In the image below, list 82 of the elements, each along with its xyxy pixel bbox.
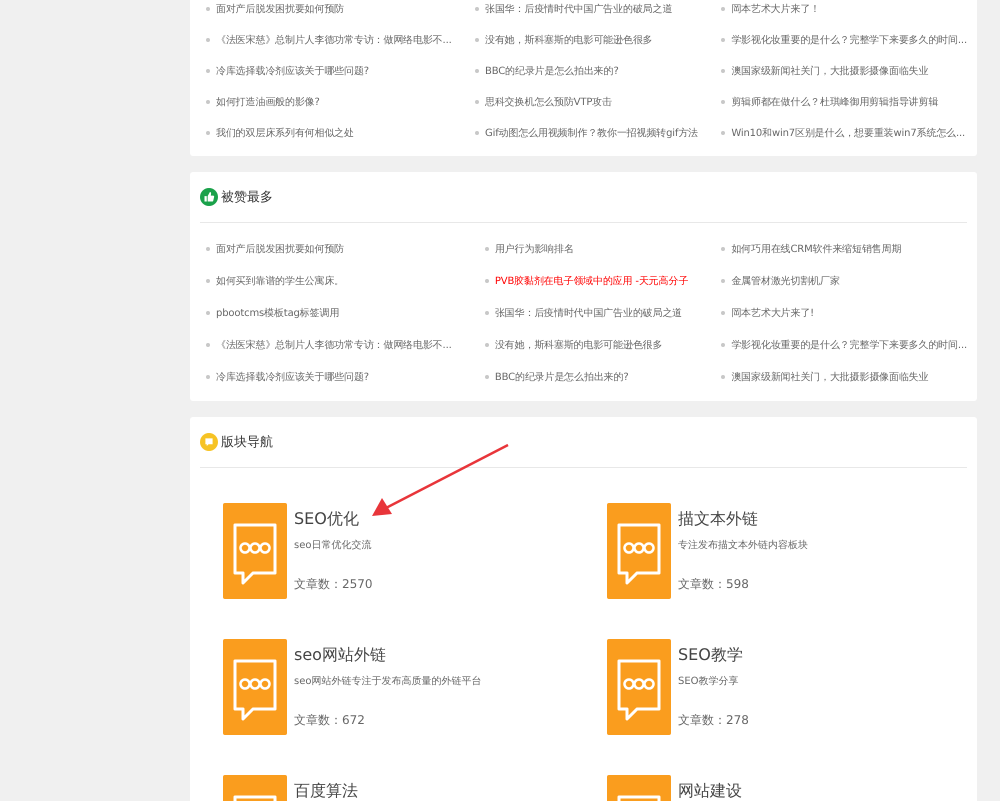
article-link[interactable]: pbootcms模板tag标签调用 — [216, 306, 340, 320]
article-link[interactable]: 《法医宋慈》总制片人李德功常专访：做网络电影不... — [216, 338, 452, 352]
board-title[interactable]: 百度算法 — [294, 781, 358, 801]
bullet-icon — [484, 279, 489, 283]
board-title[interactable]: 描文本外链 — [678, 509, 758, 530]
bullet-icon — [721, 68, 726, 72]
bullet-icon — [721, 6, 726, 10]
article-link[interactable]: 张国华：后疫情时代中国广告业的破局之道 — [494, 306, 682, 320]
article-link[interactable]: 张国华：后疫情时代中国广告业的破局之道 — [485, 2, 672, 16]
article-link[interactable]: BBC的纪录片是怎么拍出来的? — [494, 370, 628, 384]
bullet-icon — [475, 130, 480, 134]
board-description: seo日常优化交流 — [294, 538, 372, 552]
bullet-icon — [475, 6, 480, 10]
chat-bubble-icon[interactable] — [607, 639, 671, 735]
article-link[interactable]: 澳国家级新闻社关门，大批摄影摄像面临失业 — [731, 370, 928, 384]
thumbs-up-icon — [200, 188, 218, 206]
bullet-icon — [475, 38, 480, 42]
article-link[interactable]: 岡本艺术大片来了！ — [731, 2, 820, 16]
bullet-icon — [484, 311, 489, 315]
article-link[interactable]: 《法医宋慈》总制片人李德功常专访：做网络电影不... — [216, 32, 452, 46]
bullet-icon — [484, 375, 489, 379]
article-link[interactable]: 冷库选择载冷剂应该关于哪些问题? — [216, 64, 369, 78]
article-link[interactable]: 冷库选择载冷剂应该关于哪些问题? — [216, 370, 369, 384]
article-link[interactable]: 澳国家级新闻社关门，大批摄影摄像面临失业 — [731, 64, 928, 78]
article-count: 文章数：278 — [678, 712, 749, 729]
bullet-icon — [475, 68, 480, 72]
bullet-icon — [721, 100, 726, 104]
bullet-icon — [206, 375, 210, 379]
bullet-icon — [484, 247, 489, 251]
bullet-icon — [206, 68, 210, 72]
bullet-icon — [721, 279, 726, 283]
board-description: seo网站外链专注于发布高质量的外链平台 — [294, 674, 482, 688]
chat-bubble-icon[interactable] — [223, 503, 287, 599]
bullet-icon — [206, 311, 210, 315]
bullet-icon — [206, 247, 210, 251]
article-link[interactable]: 如何打造油画般的影像? — [216, 94, 320, 108]
board-description: SEO教学分享 — [678, 674, 739, 688]
bullet-icon — [721, 247, 726, 251]
article-link[interactable]: 用户行为影响排名 — [494, 242, 574, 256]
board-title[interactable]: seo网站外链 — [294, 645, 386, 666]
bullet-icon — [721, 375, 726, 379]
article-link[interactable]: 岡本艺术大片来了! — [731, 306, 814, 320]
bullet-icon — [721, 38, 726, 42]
article-link[interactable]: 没有她，斯科塞斯的电影可能逊色很多 — [494, 338, 662, 352]
article-link[interactable]: 面对产后脱发困扰要如何预防 — [216, 2, 344, 16]
bullet-icon — [206, 279, 210, 283]
article-count: 文章数：672 — [294, 712, 365, 729]
article-link[interactable]: BBC的纪录片是怎么拍出来的? — [485, 64, 619, 78]
bullet-icon — [206, 6, 210, 10]
article-link[interactable]: Gif动图怎么用视频制作？教你一招视频转gif方法 — [485, 126, 698, 140]
article-count: 文章数：598 — [678, 576, 749, 593]
board-title[interactable]: SEO教学 — [678, 645, 743, 666]
chat-bubble-icon — [200, 433, 218, 451]
article-link[interactable]: 金属管材激光切割机厂家 — [731, 274, 840, 288]
board-title[interactable]: 网站建设 — [678, 781, 742, 801]
article-link[interactable]: 如何买到靠谱的学生公寓床。 — [216, 274, 344, 288]
article-link[interactable]: 如何巧用在线CRM软件来缩短销售周期 — [731, 242, 902, 256]
article-count: 文章数：2570 — [294, 576, 373, 593]
section-title: 版块导航 — [221, 434, 273, 451]
article-link[interactable]: PVB胶黏剂在电子领域中的应用 -天元高分子 — [494, 274, 688, 288]
bullet-icon — [206, 100, 210, 104]
chat-bubble-icon[interactable] — [223, 639, 287, 735]
bullet-icon — [484, 343, 489, 347]
article-link[interactable]: 学影视化妆重要的是什么？完整学下来要多久的时间... — [731, 338, 967, 352]
bullet-icon — [206, 343, 210, 347]
article-link[interactable]: 学影视化妆重要的是什么？完整学下来要多久的时间... — [731, 32, 967, 46]
bullet-icon — [721, 343, 726, 347]
board-title[interactable]: SEO优化 — [294, 509, 359, 530]
section-title: 被赞最多 — [221, 189, 273, 206]
article-link[interactable]: Win10和win7区别是什么，想要重装win7系统怎么... — [731, 126, 966, 140]
article-link[interactable]: 思科交换机怎么预防VTP攻击 — [485, 94, 612, 108]
article-link[interactable]: 面对产后脱发困扰要如何预防 — [216, 242, 344, 256]
bullet-icon — [721, 311, 726, 315]
bullet-icon — [206, 130, 210, 134]
bullet-icon — [475, 100, 480, 104]
article-link[interactable]: 我们的双层床系列有何相似之处 — [216, 126, 354, 140]
bullet-icon — [206, 38, 210, 42]
article-link[interactable]: 剪辑师都在做什么？杜琪峰御用剪辑指导讲剪辑 — [731, 94, 938, 108]
bullet-icon — [721, 130, 726, 134]
chat-bubble-icon[interactable] — [607, 503, 671, 599]
article-link[interactable]: 没有她，斯科塞斯的电影可能逊色很多 — [485, 32, 652, 46]
board-description: 专注发布描文本外链内容板块 — [678, 538, 808, 552]
